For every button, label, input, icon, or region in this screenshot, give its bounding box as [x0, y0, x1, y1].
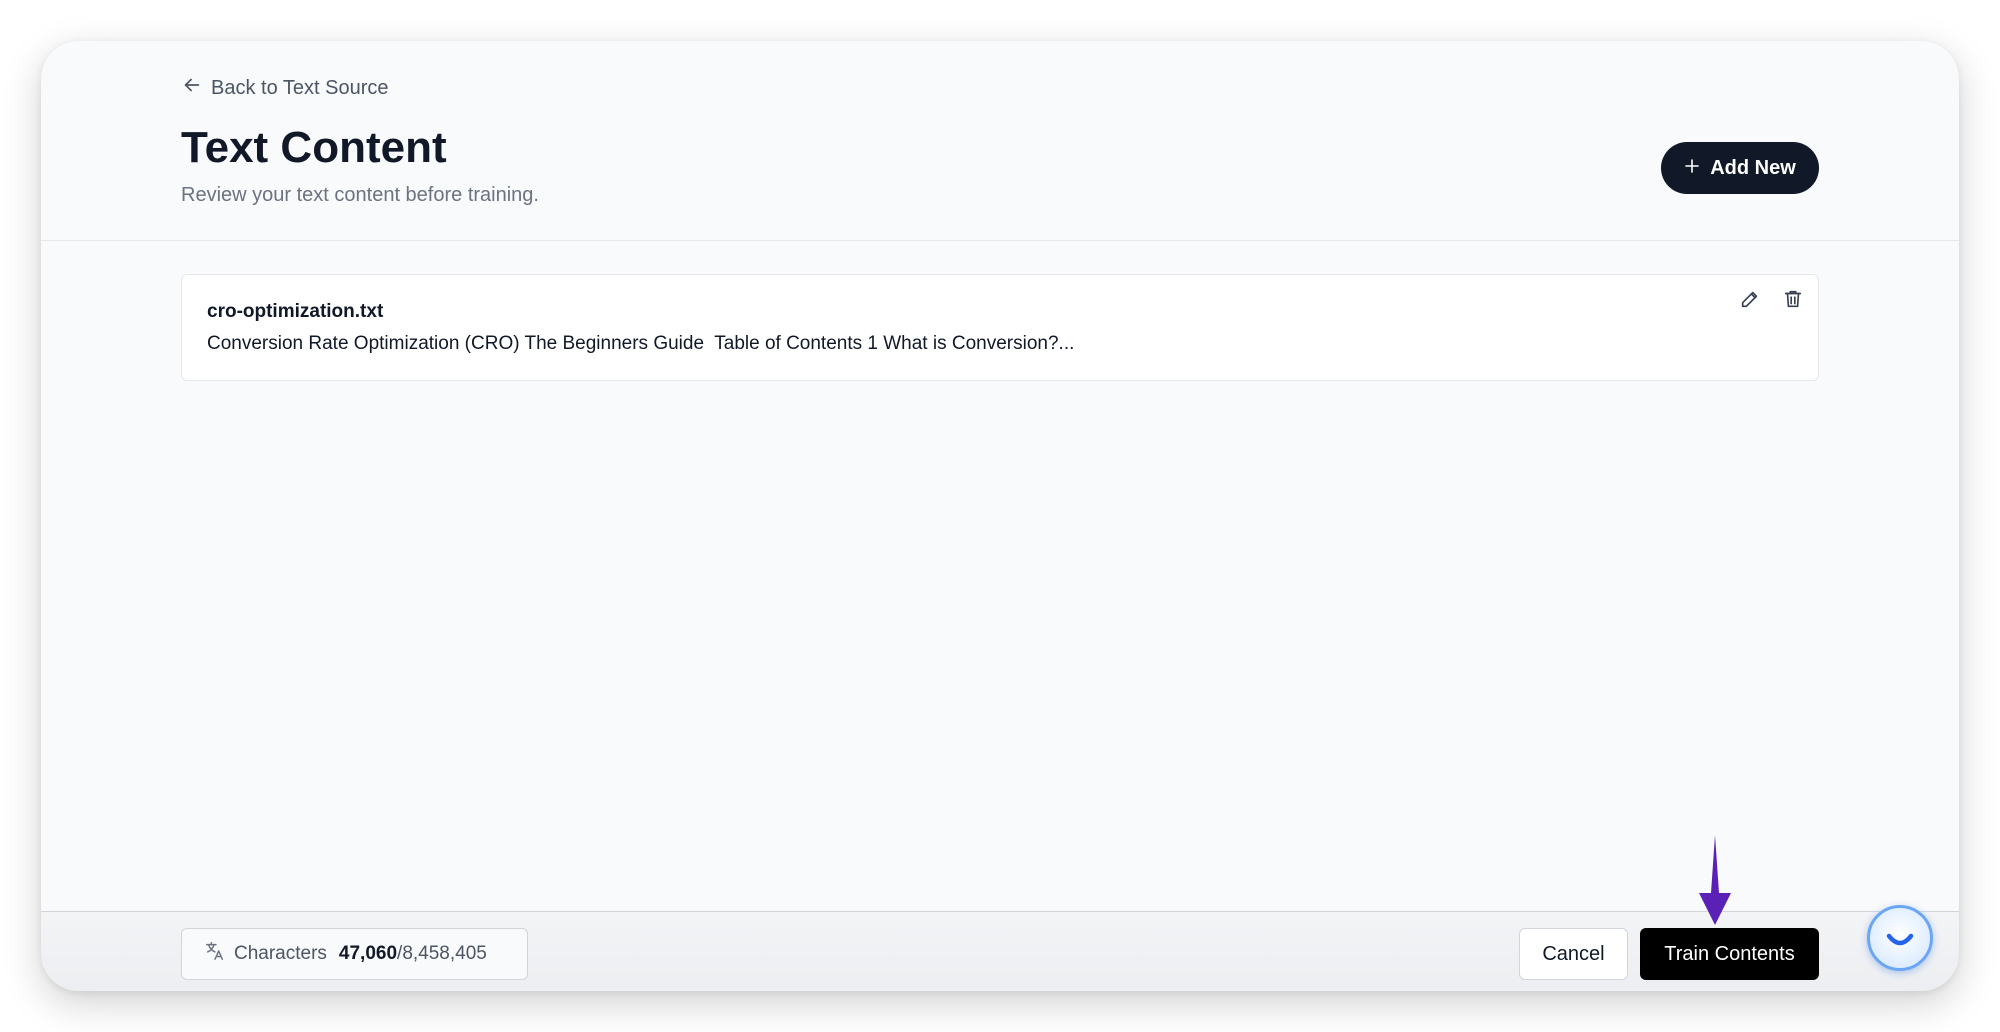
delete-content-button[interactable]: [1779, 287, 1807, 315]
page-title: Text Content: [181, 123, 447, 172]
characters-counter: Characters 47,060/8,458,405: [181, 928, 528, 980]
app-window: Back to Text Source Text Content Review …: [41, 41, 1959, 991]
arrow-down-icon: [1699, 835, 1731, 925]
translate-icon: [204, 940, 226, 968]
characters-limit: /8,458,405: [397, 943, 487, 964]
footer-bar: Characters 47,060/8,458,405 Cancel Train…: [41, 911, 1959, 991]
content-preview: Conversion Rate Optimization (CRO) The B…: [207, 333, 1075, 354]
arrow-left-icon: [181, 74, 203, 102]
back-to-text-source-link[interactable]: Back to Text Source: [181, 74, 389, 102]
characters-used: 47,060: [338, 943, 398, 964]
add-new-button[interactable]: Add New: [1661, 142, 1819, 194]
content-file-name: cro-optimization.txt: [207, 301, 384, 322]
text-content-card[interactable]: cro-optimization.txt Conversion Rate Opt…: [181, 274, 1819, 381]
train-contents-button[interactable]: Train Contents: [1640, 928, 1819, 980]
chat-widget-button[interactable]: [1867, 905, 1933, 971]
trash-icon: [1782, 288, 1804, 315]
chat-widget-icon: [1880, 916, 1920, 961]
add-new-label: Add New: [1710, 156, 1796, 179]
pencil-icon: [1739, 288, 1761, 315]
characters-label: Characters: [234, 943, 327, 964]
page-subtitle: Review your text content before training…: [181, 184, 539, 206]
plus-icon: [1684, 157, 1700, 180]
edit-content-button[interactable]: [1736, 287, 1764, 315]
page-header: Back to Text Source Text Content Review …: [41, 41, 1959, 241]
back-link-label: Back to Text Source: [211, 76, 389, 99]
cancel-button[interactable]: Cancel: [1519, 928, 1628, 980]
